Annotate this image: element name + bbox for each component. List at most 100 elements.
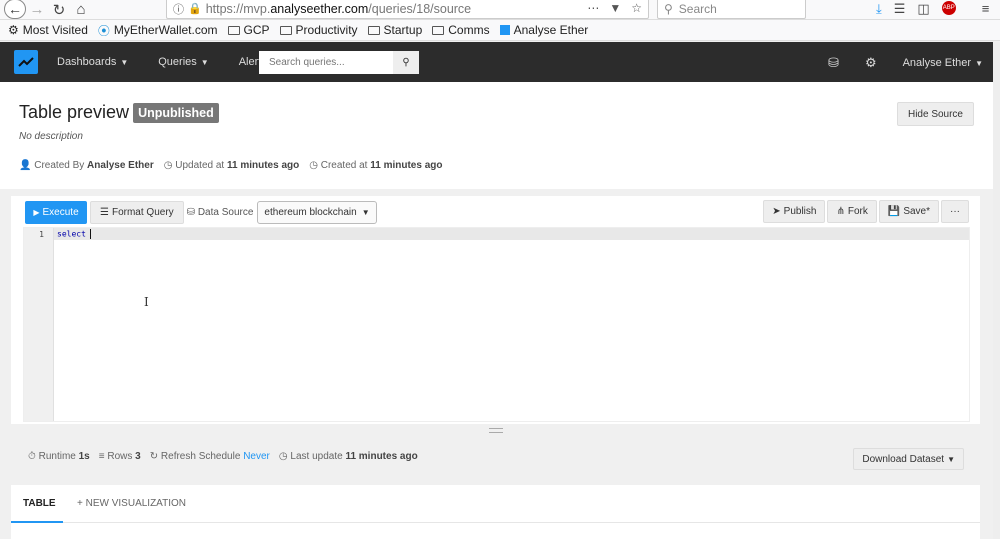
browser-toolbar: ← → ↻ ⌂ ⓘ 🔒 https://mvp. analyseether.com…: [0, 0, 1000, 20]
publish-button[interactable]: ➤ Publish: [763, 200, 826, 223]
fork-button[interactable]: ⋔ Fork: [827, 200, 877, 223]
query-title[interactable]: Table preview: [19, 102, 129, 123]
play-icon: ▶: [33, 207, 40, 217]
search-icon: ⚲: [402, 57, 410, 68]
meta-created-by: 👤 Created By Analyse Ether: [19, 160, 154, 171]
stat-runtime: ⏱ Runtime 1s: [28, 451, 90, 462]
reload-button[interactable]: ↻: [48, 0, 70, 20]
tabs-divider: [11, 522, 980, 523]
ibeam-cursor-icon: I: [144, 295, 149, 309]
bookmark-analyse-ether[interactable]: Analyse Ether: [499, 23, 588, 37]
search-icon: ⚲: [664, 1, 673, 16]
refresh-icon: ↻: [149, 451, 159, 462]
sidebar-icon[interactable]: ◫: [917, 1, 929, 17]
arrow-left-icon: ←: [8, 0, 22, 17]
fork-icon: ⋔: [836, 206, 845, 217]
meta-created: ◷ Created at 11 minutes ago: [309, 160, 443, 171]
status-badge: Unpublished: [133, 102, 219, 123]
hide-source-button[interactable]: Hide Source: [896, 102, 974, 126]
stat-last-update: ◷ Last update 11 minutes ago: [278, 451, 418, 462]
user-menu[interactable]: Analyse Ether ▼: [903, 57, 983, 69]
reload-icon: ↻: [52, 1, 66, 19]
home-button[interactable]: ⌂: [70, 0, 92, 20]
editor-toolbar: ▶ Execute ☰ Format Query ⛁ Data Source eth…: [25, 200, 969, 224]
library-icon[interactable]: ☰: [894, 1, 906, 17]
active-line-highlight: [54, 228, 969, 240]
meta-updated: ◷ Updated at 11 minutes ago: [163, 160, 300, 171]
caret-down-icon: ▼: [120, 58, 129, 67]
paper-plane-icon: ➤: [772, 206, 781, 217]
download-icon[interactable]: ⤓: [876, 1, 882, 17]
code-editor[interactable]: 1 select I: [23, 227, 970, 422]
wallet-icon: ⦿: [97, 23, 110, 38]
database-icon[interactable]: ⛁: [828, 55, 839, 71]
caret-down-icon: ▼: [975, 59, 983, 68]
text-cursor: [89, 229, 91, 239]
url-bar[interactable]: ⓘ 🔒 https://mvp. analyseether.com/queries…: [166, 0, 649, 19]
download-dataset-button[interactable]: Download Dataset ▼: [853, 448, 964, 470]
folder-icon: [227, 25, 240, 35]
line-gutter: 1: [24, 228, 54, 421]
query-description[interactable]: No description: [19, 131, 83, 142]
code-line: select: [57, 229, 91, 239]
bookmark-comms[interactable]: Comms: [432, 23, 490, 37]
resize-handle[interactable]: [489, 428, 503, 433]
app-logo[interactable]: [14, 50, 38, 74]
clock-icon: ◷: [278, 451, 288, 462]
query-meta: 👤 Created By Analyse Ether ◷ Updated at …: [19, 160, 442, 171]
pocket-icon[interactable]: ▼: [609, 1, 621, 15]
page-title: Table preview Unpublished: [19, 102, 219, 123]
folder-icon: [367, 25, 380, 35]
folder-icon: [432, 25, 445, 35]
data-source-select[interactable]: ethereum blockchain ▼: [257, 200, 377, 224]
bookmarks-bar: ⚙ Most Visited ⦿ MyEtherWallet.com GCP Pro…: [0, 20, 1000, 41]
bookmark-startup[interactable]: Startup: [367, 23, 422, 37]
clock-icon: ◷: [163, 160, 173, 171]
url-host: analyseether.com: [270, 1, 369, 16]
floppy-icon: 💾: [887, 206, 901, 217]
database-icon: ⛁: [186, 206, 196, 218]
home-icon: ⌂: [76, 1, 86, 18]
clock-icon: ◷: [309, 160, 318, 171]
query-search-input[interactable]: [259, 51, 393, 74]
stat-rows: ≡ Rows 3: [98, 451, 141, 462]
info-icon[interactable]: ⓘ: [173, 1, 184, 17]
stopwatch-icon: ⏱: [28, 451, 36, 462]
query-editor-panel: ▶ Execute ☰ Format Query ⛁ Data Source eth…: [11, 196, 980, 424]
save-button[interactable]: 💾 Save*: [878, 200, 939, 223]
page-actions-icon[interactable]: ⋯: [587, 1, 599, 15]
execute-button[interactable]: ▶ Execute: [25, 200, 87, 224]
refresh-schedule-link[interactable]: Never: [243, 451, 270, 462]
caret-down-icon: ▼: [947, 454, 955, 464]
back-button[interactable]: ←: [4, 0, 26, 19]
tab-table[interactable]: TABLE: [23, 498, 56, 509]
bookmark-most-visited[interactable]: ⚙ Most Visited: [8, 23, 88, 37]
url-prefix: https://mvp.: [205, 1, 271, 16]
browser-search-box[interactable]: ⚲ Search: [657, 0, 806, 19]
lock-icon: 🔒: [188, 3, 202, 15]
gear-icon[interactable]: ⚙: [865, 55, 877, 71]
nav-dashboards[interactable]: Dashboards ▼: [57, 56, 128, 68]
bookmark-productivity[interactable]: Productivity: [279, 23, 358, 37]
caret-down-icon: ▼: [200, 58, 209, 67]
format-query-button[interactable]: ☰ Format Query: [90, 200, 184, 224]
bookmark-star-icon[interactable]: ☆: [631, 1, 642, 15]
query-search-button[interactable]: ⚲: [393, 51, 419, 74]
menu-icon[interactable]: ≡: [982, 1, 990, 17]
tab-new-visualization[interactable]: + NEW VISUALIZATION: [77, 498, 186, 509]
more-options-button[interactable]: ···: [941, 200, 969, 223]
trend-chart-icon: [18, 57, 34, 67]
adblock-icon[interactable]: ABP: [941, 1, 956, 15]
arrow-right-icon: →: [29, 1, 45, 18]
query-search: ⚲: [259, 51, 419, 74]
nav-queries[interactable]: Queries ▼: [158, 56, 208, 68]
bookmark-gcp[interactable]: GCP: [227, 23, 270, 37]
bookmark-myetherwallet[interactable]: ⦿ MyEtherWallet.com: [98, 22, 218, 39]
query-stats: ⏱ Runtime 1s ≡ Rows 3 ↻ Refresh Schedule…: [28, 451, 418, 462]
list-icon: ≡: [98, 451, 105, 462]
data-source-label: ⛁ Data Source: [186, 206, 254, 218]
forward-button[interactable]: →: [26, 0, 48, 20]
folder-icon: [279, 25, 292, 35]
gear-icon: ⚙: [8, 23, 19, 37]
page-scrollbar[interactable]: [993, 42, 1000, 539]
